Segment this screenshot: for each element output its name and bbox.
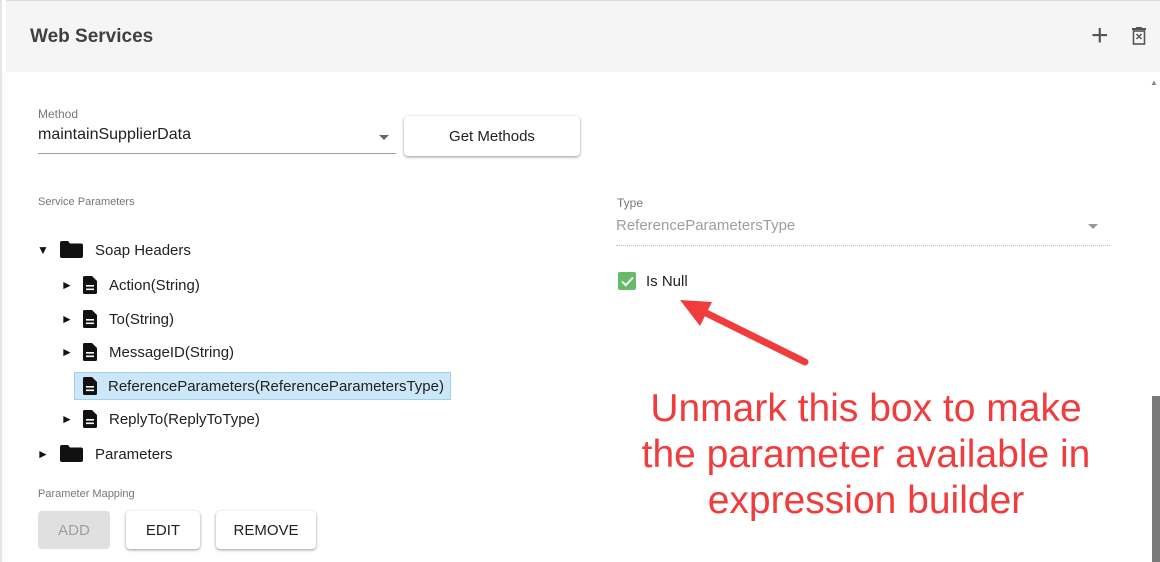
collapsed-arrow-icon[interactable]: ► [60,412,74,426]
plus-icon[interactable]: + [1091,21,1109,51]
trash-icon[interactable] [1132,27,1146,50]
annotation-line: the parameter available in [641,433,1091,476]
tree-node-soap-headers[interactable]: ▼ Soap Headers [36,237,191,263]
is-null-checkbox[interactable] [618,272,636,290]
scroll-up-arrow[interactable]: ▲ [1150,78,1158,87]
tree-node-reference-parameters[interactable]: ReferenceParameters(ReferenceParametersT… [74,372,451,400]
tree-label: ReplyTo(ReplyToType) [109,410,260,428]
get-methods-button[interactable]: Get Methods [404,116,580,156]
annotation-line: Unmark this box to make [650,387,1082,430]
tree-label: MessageID(String) [109,343,235,361]
scrollbar-thumb[interactable] [1152,396,1160,562]
tree-node-parameters[interactable]: ► Parameters [36,441,173,467]
remove-button[interactable]: REMOVE [216,511,316,549]
tree-label: Action(String) [109,276,200,294]
folder-icon [60,445,83,463]
tree-label: Soap Headers [95,241,191,259]
chevron-down-icon [1088,224,1098,229]
collapsed-arrow-icon[interactable]: ► [60,312,74,326]
annotation-line: expression builder [707,479,1025,522]
panel-left-border [0,0,2,562]
document-icon [83,343,97,361]
tree-node-messageid[interactable]: ► MessageID(String) [60,339,234,365]
document-icon [83,310,97,328]
collapsed-arrow-icon[interactable]: ► [60,345,74,359]
tree-node-action[interactable]: ► Action(String) [60,272,200,298]
tree-label: To(String) [109,310,175,328]
method-value: maintainSupplierData [38,126,191,143]
type-label: Type [617,196,644,210]
document-icon [83,377,97,395]
method-select[interactable]: maintainSupplierData [38,118,396,154]
folder-icon [60,241,83,259]
panel-header: Web Services + [6,0,1160,72]
annotation-text: Unmark this box to make the parameter av… [596,386,1136,524]
collapsed-arrow-icon[interactable]: ► [60,278,74,292]
add-button[interactable]: ADD [38,511,110,549]
chevron-down-icon [379,135,389,140]
collapsed-arrow-icon[interactable]: ► [36,447,50,461]
tree-label: Parameters [95,445,173,463]
tree-node-to[interactable]: ► To(String) [60,306,174,332]
is-null-checkbox-row[interactable]: Is Null [618,272,688,290]
type-value: ReferenceParametersType [616,217,796,234]
expanded-arrow-icon[interactable]: ▼ [36,243,50,257]
check-icon [620,276,634,287]
tree-node-replyto[interactable]: ► ReplyTo(ReplyToType) [60,406,260,432]
page-title: Web Services [30,26,154,47]
edit-button[interactable]: EDIT [126,511,200,549]
parameter-mapping-label: Parameter Mapping [38,488,135,500]
is-null-label: Is Null [646,272,688,290]
document-icon [83,410,97,428]
tree-label: ReferenceParameters(ReferenceParametersT… [108,377,444,395]
document-icon [83,276,97,294]
annotation-arrow-icon [680,300,809,366]
service-parameters-label: Service Parameters [38,196,135,208]
type-select[interactable]: ReferenceParametersType [616,214,1110,246]
